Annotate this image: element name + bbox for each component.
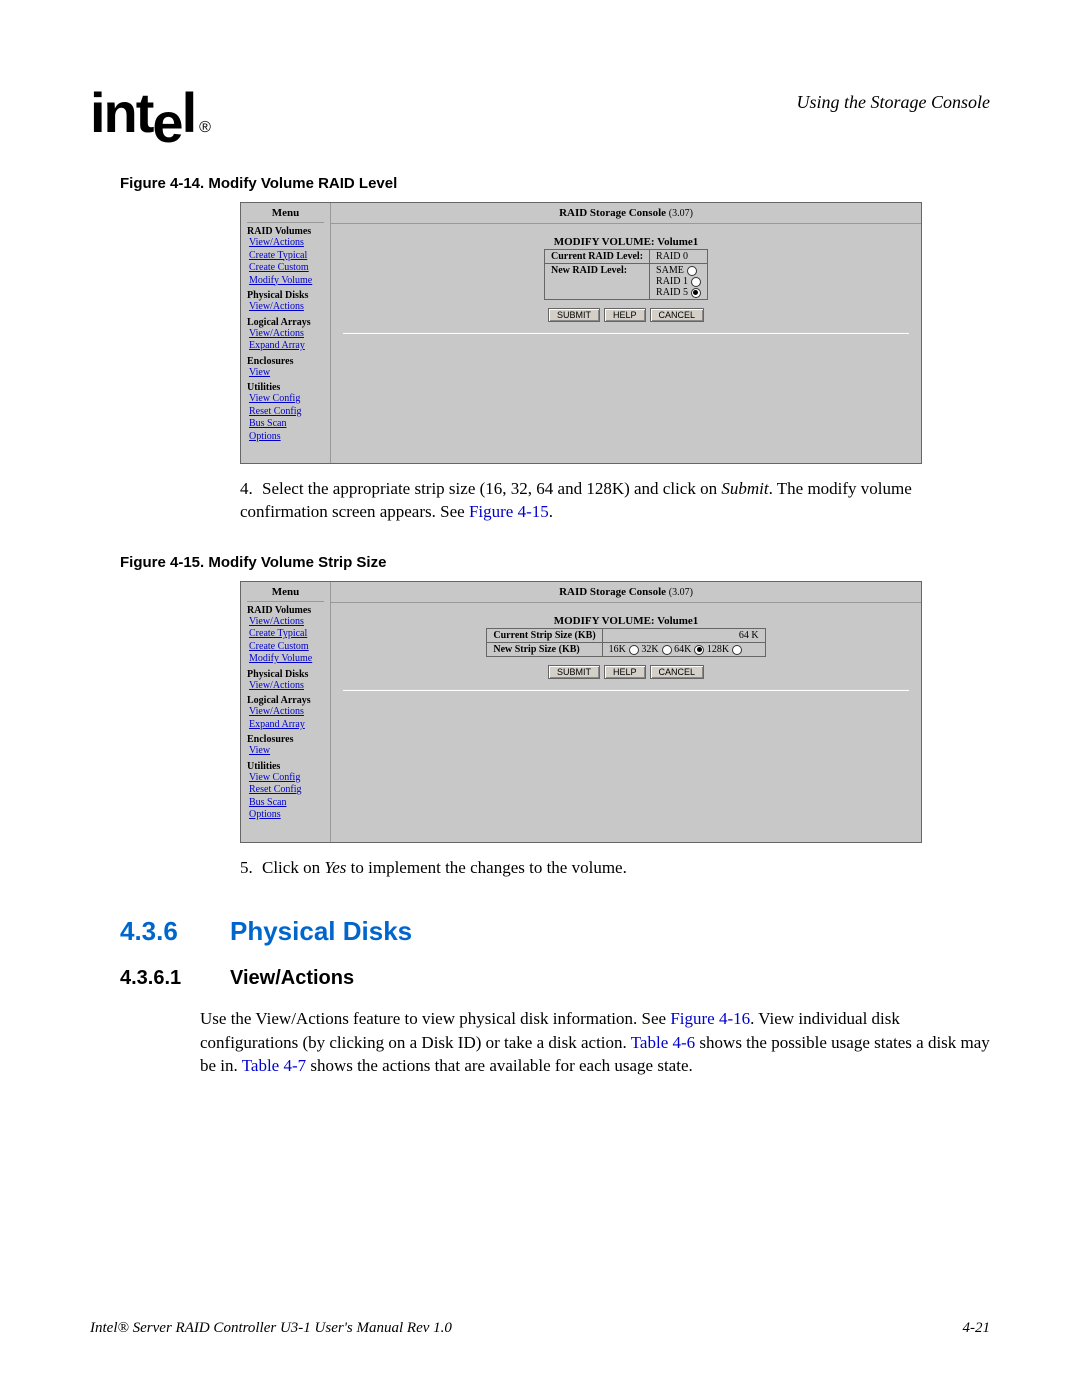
menu-view-config[interactable]: View Config	[249, 393, 324, 406]
menu-reset-config[interactable]: Reset Config	[249, 406, 324, 419]
cancel-button-2[interactable]: CANCEL	[650, 665, 705, 679]
figure-4-14-screenshot: Menu RAID Volumes View/Actions Create Ty…	[240, 202, 922, 464]
radio-raid5[interactable]	[691, 288, 701, 298]
menu-bus-scan[interactable]: Bus Scan	[249, 418, 324, 431]
menu-title: Menu	[247, 207, 324, 223]
submit-button-2[interactable]: SUBMIT	[548, 665, 600, 679]
intel-logo: intel®	[90, 80, 209, 145]
figure-4-15-screenshot: Menu RAID Volumes View/Actions Create Ty…	[240, 581, 922, 843]
link-table-4-6[interactable]: Table 4-6	[631, 1033, 695, 1052]
figure-4-14-caption: Figure 4-14. Modify Volume RAID Level	[120, 175, 990, 192]
ss-menu: Menu RAID Volumes View/Actions Create Ty…	[241, 203, 331, 463]
cancel-button[interactable]: CANCEL	[650, 308, 705, 322]
menu-modify-volume[interactable]: Modify Volume	[249, 275, 324, 288]
modify-volume-title: MODIFY VOLUME: Volume1	[554, 236, 699, 248]
step-4: 4.Select the appropriate strip size (16,…	[240, 478, 990, 524]
step-5: 5.Click on Yes to implement the changes …	[240, 857, 990, 880]
console-title: RAID Storage Console (3.07)	[331, 203, 921, 224]
link-table-4-7[interactable]: Table 4-7	[242, 1056, 306, 1075]
section-4-3-6-1-paragraph: Use the View/Actions feature to view phy…	[200, 1007, 990, 1078]
section-4-3-6: 4.3.6Physical Disks	[120, 916, 990, 947]
page-footer: Intel® Server RAID Controller U3-1 User'…	[90, 1320, 990, 1337]
menu-pd-view-actions[interactable]: View/Actions	[249, 301, 324, 314]
radio-16k[interactable]	[629, 645, 639, 655]
modify-raid-table: Current RAID Level: RAID 0 New RAID Leve…	[544, 249, 708, 300]
radio-raid1[interactable]	[691, 277, 701, 287]
radio-32k[interactable]	[662, 645, 672, 655]
footer-left: Intel® Server RAID Controller U3-1 User'…	[90, 1320, 452, 1337]
ss-menu-2: Menu RAID Volumes View/Actions Create Ty…	[241, 582, 331, 842]
link-figure-4-15[interactable]: Figure 4-15	[469, 502, 549, 521]
menu-create-typical[interactable]: Create Typical	[249, 250, 324, 263]
menu-enc-view[interactable]: View	[249, 367, 324, 380]
help-button[interactable]: HELP	[604, 308, 646, 322]
menu-la-view-actions[interactable]: View/Actions	[249, 328, 324, 341]
footer-right: 4-21	[963, 1320, 991, 1337]
submit-button[interactable]: SUBMIT	[548, 308, 600, 322]
radio-64k[interactable]	[694, 645, 704, 655]
menu-options[interactable]: Options	[249, 431, 324, 444]
menu-view-actions[interactable]: View/Actions	[249, 237, 324, 250]
modify-strip-table: Current Strip Size (KB) 64 K New Strip S…	[486, 628, 765, 657]
radio-same[interactable]	[687, 266, 697, 276]
help-button-2[interactable]: HELP	[604, 665, 646, 679]
page-header-right: Using the Storage Console	[797, 80, 991, 113]
menu-create-custom[interactable]: Create Custom	[249, 262, 324, 275]
link-figure-4-16[interactable]: Figure 4-16	[670, 1009, 750, 1028]
figure-4-15-caption: Figure 4-15. Modify Volume Strip Size	[120, 554, 990, 571]
menu-expand-array[interactable]: Expand Array	[249, 340, 324, 353]
section-4-3-6-1: 4.3.6.1View/Actions	[120, 967, 990, 990]
radio-128k[interactable]	[732, 645, 742, 655]
